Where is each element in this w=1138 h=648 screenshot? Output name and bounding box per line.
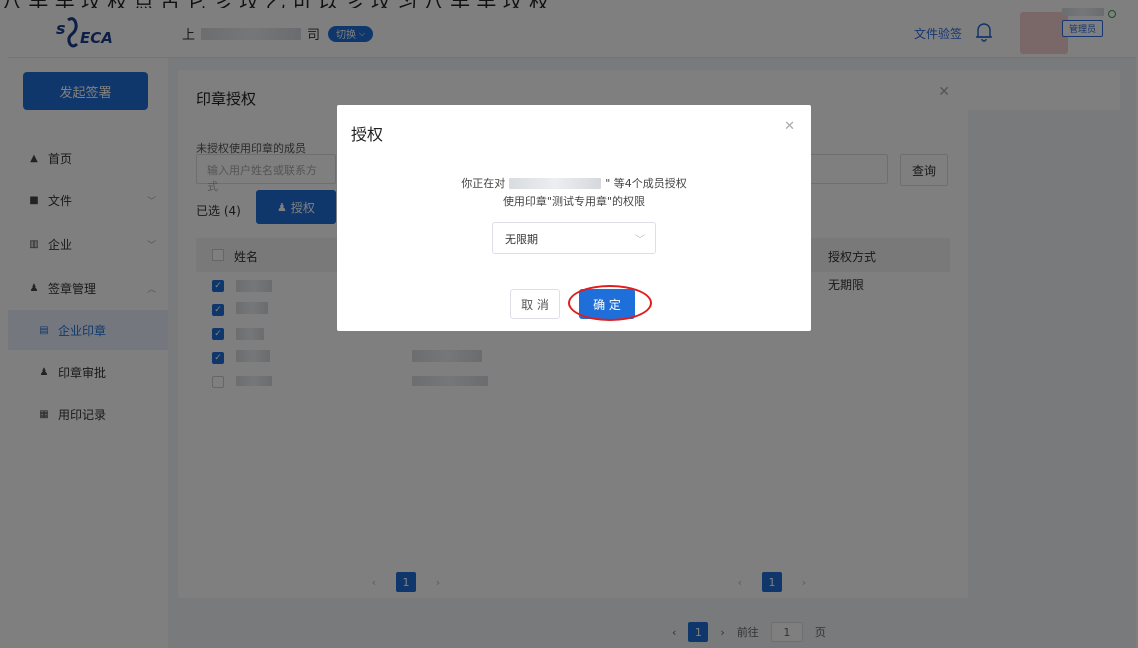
dialog-message-line2: 使用印章"测试专用章"的权限	[502, 195, 646, 208]
cancel-button[interactable]: 取 消	[510, 289, 560, 319]
dialog-message: 你正在对 " 等4个成员授权	[461, 177, 687, 190]
redacted-text	[509, 177, 602, 189]
authorize-dialog: 授权 ✕ 你正在对 " 等4个成员授权 使用印章"测试专用章"的权限 无限期 ﹀…	[337, 105, 811, 331]
close-icon[interactable]: ✕	[784, 119, 795, 134]
period-select[interactable]: 无限期 ﹀	[492, 222, 656, 254]
dialog-title: 授权	[351, 125, 384, 144]
highlight-circle	[568, 285, 652, 321]
chevron-down-icon: ﹀	[635, 235, 645, 246]
